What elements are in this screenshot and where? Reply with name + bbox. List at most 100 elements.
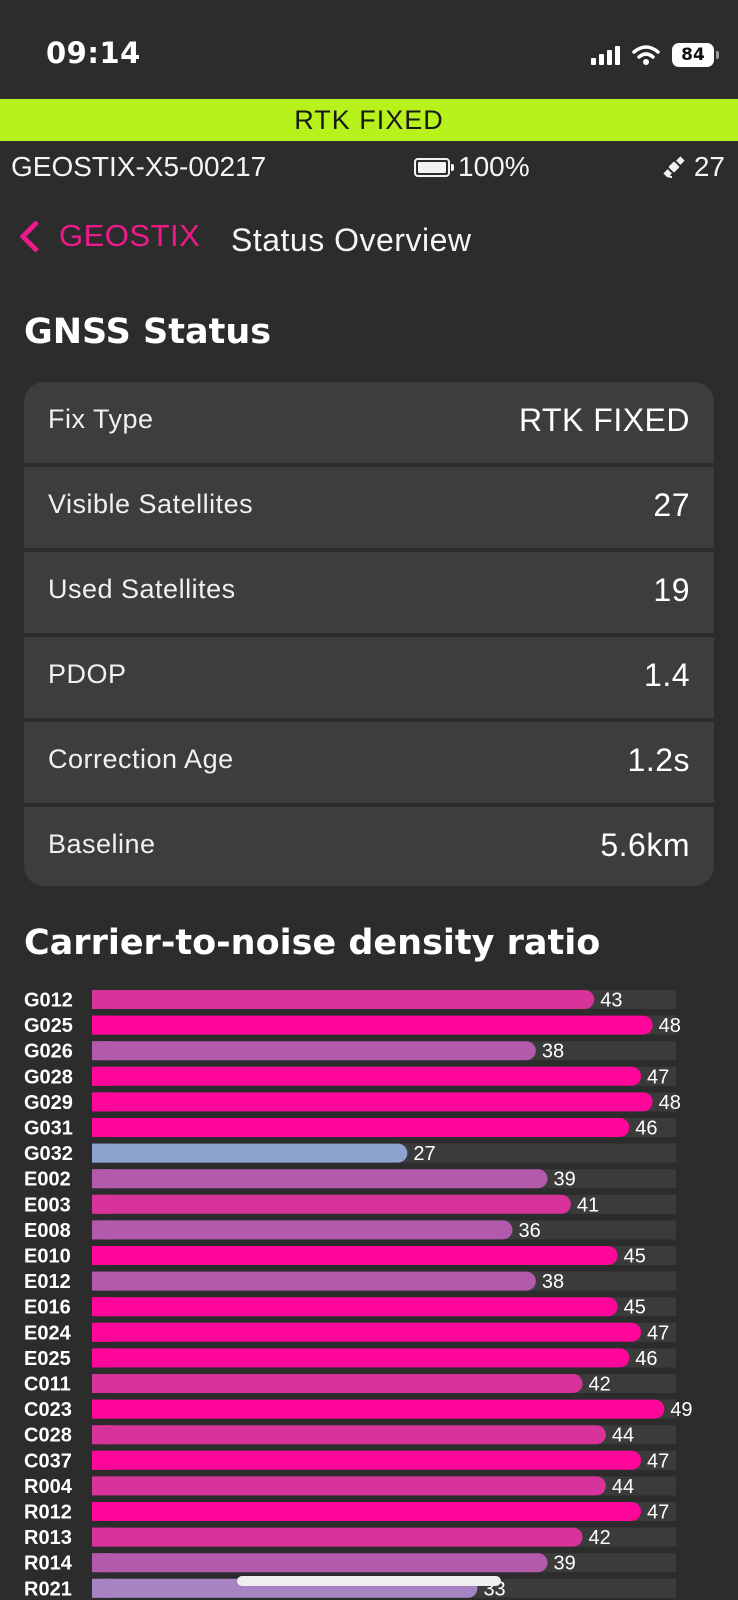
bar-left-edge <box>92 1271 111 1291</box>
bar-left-edge <box>92 1143 111 1163</box>
data-label: 39 <box>554 1169 576 1191</box>
bar-c011 <box>92 1374 583 1393</box>
tick-label: G025 <box>24 1015 73 1037</box>
bar-left-edge <box>92 1092 111 1112</box>
bar-left-edge <box>92 1502 111 1521</box>
data-label: 47 <box>647 1450 669 1472</box>
tick-label: E016 <box>24 1297 71 1319</box>
tick-label: E012 <box>24 1271 71 1293</box>
gnss-row-label: Fix Type <box>48 404 154 434</box>
tick-label: G028 <box>24 1066 73 1088</box>
gnss-row-baseline: Baseline 5.6km <box>24 807 714 886</box>
bar-left-edge <box>92 1246 111 1265</box>
tick-label: C037 <box>24 1450 72 1472</box>
gnss-status-card: Fix Type RTK FIXED Visible Satellites 27… <box>24 382 714 886</box>
tick-label: C028 <box>24 1425 72 1447</box>
bar-left-edge <box>92 1476 111 1496</box>
data-label: 47 <box>647 1502 669 1524</box>
tick-label: R012 <box>24 1502 72 1524</box>
cn0-bar-chart: G012 43 G025 48 G026 38 G028 47 G029 48 G031 46 G032… <box>24 990 693 1600</box>
data-label: 36 <box>518 1220 540 1242</box>
bar-left-edge <box>92 990 111 1009</box>
tick-label: G031 <box>24 1118 73 1140</box>
bar-g029 <box>92 1092 653 1112</box>
gnss-row-label: Used Satellites <box>48 574 236 604</box>
gnss-row-value: 1.2s <box>627 742 690 778</box>
tick-label: E025 <box>24 1348 71 1370</box>
device-battery: 100% <box>414 151 530 183</box>
data-label: 38 <box>542 1041 564 1063</box>
gnss-row-value: 19 <box>653 572 690 608</box>
battery-full-icon <box>414 157 454 177</box>
tick-label: R021 <box>24 1578 72 1600</box>
gnss-row-value: RTK FIXED <box>518 402 690 438</box>
bar-left-edge <box>92 1169 111 1189</box>
tick-label: E010 <box>24 1246 71 1268</box>
fix-status-text: RTK FIXED <box>294 104 444 135</box>
data-label: 38 <box>542 1271 564 1293</box>
gnss-status-heading: GNSS Status <box>24 312 272 352</box>
back-button[interactable]: GEOSTIX <box>16 218 200 254</box>
tick-label: C011 <box>24 1374 71 1396</box>
fix-status-banner: RTK FIXED <box>0 99 738 141</box>
data-label: 46 <box>635 1118 657 1140</box>
data-label: 48 <box>659 1092 681 1114</box>
tick-label: E003 <box>24 1194 71 1216</box>
device-id: GEOSTIX-X5-00217 <box>11 151 267 182</box>
data-label: 41 <box>577 1194 599 1216</box>
tick-label: G012 <box>24 990 73 1012</box>
bar-left-edge <box>92 1118 111 1137</box>
tick-label: E008 <box>24 1220 71 1242</box>
home-indicator[interactable] <box>237 1576 501 1586</box>
bar-left-edge <box>92 1374 111 1393</box>
chevron-left-icon <box>19 219 52 253</box>
page-title: Status Overview <box>231 222 472 258</box>
device-info-bar: GEOSTIX-X5-00217 100% 27 <box>0 143 738 191</box>
data-label: 42 <box>589 1374 611 1396</box>
data-label: 48 <box>659 1015 681 1037</box>
bar-left-edge <box>92 1348 111 1368</box>
bar-e003 <box>92 1194 571 1214</box>
data-label: 47 <box>647 1322 669 1344</box>
bar-g012 <box>92 990 595 1009</box>
data-label: 45 <box>624 1297 646 1319</box>
bar-left-edge <box>92 1425 111 1445</box>
tick-label: R004 <box>24 1476 73 1498</box>
gnss-row-visible-satellites: Visible Satellites 27 <box>24 467 714 548</box>
bar-r014 <box>92 1553 548 1573</box>
bar-e016 <box>92 1297 618 1317</box>
bar-c028 <box>92 1425 606 1445</box>
bar-g028 <box>92 1066 641 1086</box>
data-label: 49 <box>670 1399 692 1421</box>
bar-g032 <box>92 1143 408 1163</box>
nav-bar: GEOSTIX Status Overview <box>0 212 738 272</box>
bar-left-edge <box>92 1041 111 1061</box>
tick-label: G032 <box>24 1143 73 1165</box>
data-label: 42 <box>589 1527 611 1549</box>
back-button-label: GEOSTIX <box>59 218 201 253</box>
bar-g025 <box>92 1015 653 1035</box>
bar-e002 <box>92 1169 548 1189</box>
gnss-row-value: 27 <box>653 487 690 523</box>
clock: 09:14 <box>46 36 141 70</box>
gnss-row-value: 1.4 <box>644 657 690 693</box>
gnss-row-fix-type: Fix Type RTK FIXED <box>24 382 714 463</box>
data-label: 44 <box>612 1425 634 1447</box>
cellular-signal-icon <box>591 45 620 65</box>
bar-c023 <box>92 1399 665 1419</box>
bar-r004 <box>92 1476 606 1496</box>
tick-label: E024 <box>24 1322 72 1344</box>
gnss-row-label: Correction Age <box>48 744 234 774</box>
bar-g031 <box>92 1118 630 1137</box>
bar-g026 <box>92 1041 536 1061</box>
wifi-icon <box>632 45 660 65</box>
bar-e008 <box>92 1220 513 1240</box>
data-label: 45 <box>624 1246 646 1268</box>
gnss-row-correction-age: Correction Age 1.2s <box>24 722 714 803</box>
tick-label: G029 <box>24 1092 73 1114</box>
gnss-row-label: PDOP <box>48 659 127 689</box>
bar-left-edge <box>92 1322 111 1342</box>
bar-r013 <box>92 1527 583 1547</box>
data-label: 44 <box>612 1476 634 1498</box>
satellite-count: 27 <box>660 151 725 183</box>
